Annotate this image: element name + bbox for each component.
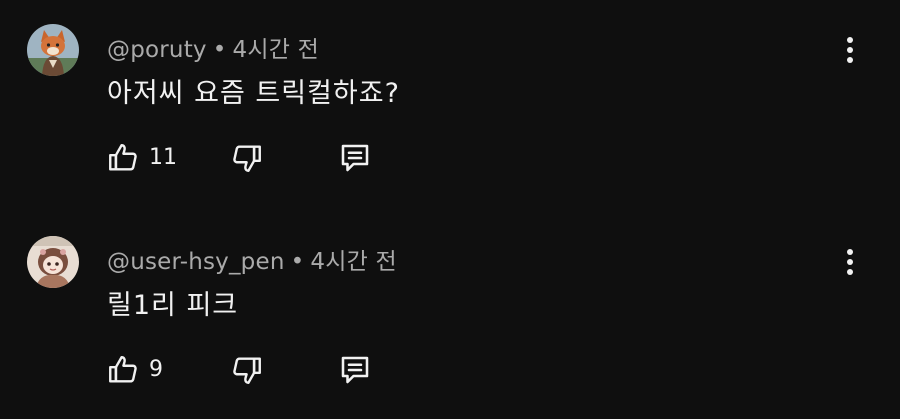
avatar[interactable] [27, 236, 79, 288]
more-vertical-icon [847, 249, 853, 275]
like-count: 9 [149, 357, 163, 382]
comment-meta: @poruty • 4시간 전 [107, 30, 319, 64]
comment-text: 아저씨 요즘 트릭컬하죠? [107, 78, 400, 109]
author-handle[interactable]: @poruty [107, 37, 207, 63]
reply-button[interactable] [335, 350, 375, 390]
like-count: 11 [149, 145, 177, 170]
meta-separator: • [212, 37, 227, 63]
dislike-button[interactable] [227, 138, 267, 178]
comment-meta: @user-hsy_pen • 4시간 전 [107, 242, 397, 276]
character-avatar-icon [27, 236, 79, 288]
author-handle[interactable]: @user-hsy_pen [107, 249, 285, 275]
fox-avatar-icon [27, 24, 79, 76]
comment-item: @poruty • 4시간 전 아저씨 요즘 트릭컬하죠? 11 [0, 0, 900, 200]
meta-separator: • [290, 249, 305, 275]
thumbs-down-icon [233, 357, 261, 384]
comment-time: 4시간 전 [310, 249, 397, 275]
more-vertical-icon [847, 37, 853, 63]
reply-comment-icon [341, 144, 369, 172]
thumbs-up-icon [109, 144, 137, 171]
more-options-button[interactable] [835, 244, 865, 280]
avatar[interactable] [27, 24, 79, 76]
dislike-button[interactable] [227, 350, 267, 390]
thumbs-up-icon [109, 356, 137, 383]
comment-item: @user-hsy_pen • 4시간 전 릴1리 피크 9 [0, 212, 900, 412]
reply-button[interactable] [335, 138, 375, 178]
like-button[interactable] [103, 350, 143, 390]
comment-text: 릴1리 피크 [107, 290, 239, 321]
more-options-button[interactable] [835, 32, 865, 68]
comment-time: 4시간 전 [232, 37, 319, 63]
reply-comment-icon [341, 356, 369, 384]
thumbs-down-icon [233, 145, 261, 172]
like-button[interactable] [103, 138, 143, 178]
